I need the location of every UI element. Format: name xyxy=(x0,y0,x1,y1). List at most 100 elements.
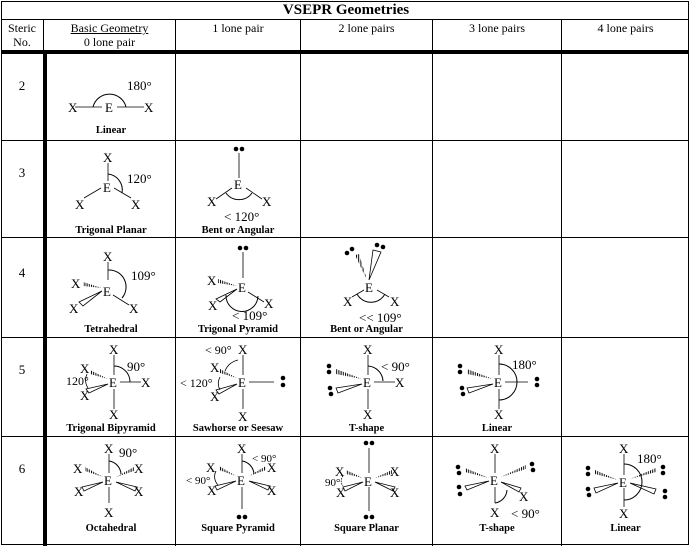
ligand-x: X xyxy=(262,194,272,209)
ligand-x: X xyxy=(208,298,218,313)
central-atom-e: E xyxy=(238,280,246,295)
ligand-x: X xyxy=(490,441,500,456)
ligand-x: X xyxy=(363,407,373,422)
geometry-cell-t-shape-6: X E X X < 90° T-shape xyxy=(433,437,561,546)
geometry-name: Linear xyxy=(610,523,641,534)
geometry-name: Trigonal Bipyramid xyxy=(66,423,156,434)
bond-angle-label: < 120° xyxy=(180,376,213,390)
header-2-lone-pairs: 2 lone pairs xyxy=(338,21,395,35)
bond-angle-label: < 109° xyxy=(232,308,267,323)
geometry-cell-linear: X E X 180° Linear xyxy=(47,54,175,140)
ligand-x: X xyxy=(619,506,629,521)
header-steric: Steric No. xyxy=(1,19,43,50)
geometry-name: T-shape xyxy=(348,423,385,434)
table-title: VSEPR Geometries xyxy=(282,2,410,18)
ligand-x: X xyxy=(210,389,220,404)
seesaw-diagram: X X E X X < 90° < 120° xyxy=(180,342,286,424)
geometry-cell-trigonal-pyramid: X E X X < 109° Trigonal Pyramid xyxy=(176,238,300,337)
ligand-x: X xyxy=(141,375,151,390)
ligand-x: X xyxy=(494,342,504,357)
ligand-x: X xyxy=(109,407,119,422)
ligand-x: X xyxy=(619,441,629,456)
ligand-x: X xyxy=(74,484,84,499)
ligand-x: X xyxy=(390,485,400,500)
central-atom-e: E xyxy=(363,375,371,390)
bond-angle-label: 90° xyxy=(325,477,340,489)
geometry-cell-square-planar: X X E X X 90° Square Planar xyxy=(301,437,432,546)
steric-number: 3 xyxy=(18,165,26,180)
bent-diagram: E X X < 120° xyxy=(207,146,272,224)
geometry-name: T-shape xyxy=(479,523,515,534)
t-shape-diagram: X E X X < 90° xyxy=(326,342,410,422)
geometry-cell-linear-6: X E X 180° Linear xyxy=(562,437,689,546)
steric-number: 4 xyxy=(18,265,26,280)
geometry-cell-tetrahedral: X X E X X 109° Tetrahedral xyxy=(47,238,175,337)
ligand-x: X xyxy=(390,294,400,309)
bond-angle-label: 180° xyxy=(127,78,152,93)
bond-angle-label: < 90° xyxy=(381,359,410,374)
ligand-x: X xyxy=(104,505,114,520)
central-atom-e: E xyxy=(103,284,111,299)
bond-angle-label: 180° xyxy=(637,451,662,466)
geometry-cell-trigonal-bipyramid: X X E X X X 90° 120° Trigonal Bipyramid xyxy=(47,338,175,436)
ligand-x: X xyxy=(80,388,90,403)
steric-number: 2 xyxy=(18,78,26,93)
header-basic-line2: 0 lone pair xyxy=(83,35,136,49)
header-steric-line2: No. xyxy=(13,35,31,49)
geometry-cell-square-pyramid: X X X E X X < 90° < 90° Square Pyramid xyxy=(176,437,300,546)
ligand-x: X xyxy=(103,150,113,165)
trigonal-pyramid-diagram: X E X X < 109° xyxy=(207,245,274,323)
geometry-cell-seesaw: X X E X X < 90° < 120° Sawhorse or Seesa… xyxy=(176,338,300,436)
central-atom-e: E xyxy=(619,475,627,490)
ligand-x: X xyxy=(390,464,400,479)
geometry-name: Trigonal Pyramid xyxy=(197,324,278,335)
central-atom-e: E xyxy=(237,473,245,488)
ligand-x: X xyxy=(210,360,220,375)
geometry-cell-t-shape-5: X E X X < 90° T-shape xyxy=(301,338,432,436)
ligand-x: X xyxy=(343,294,353,309)
ligand-x: X xyxy=(494,407,504,422)
ligand-x: X xyxy=(238,342,248,357)
steric-number: 6 xyxy=(18,461,26,476)
geometry-cell-octahedral: X X X E X X X 90° Octahedral xyxy=(47,437,175,546)
header-basic-geometry: Basic Geometry 0 lone pair xyxy=(44,19,175,50)
geometry-cell-bent-2lp: E X X << 109° Bent or Angular xyxy=(301,238,432,337)
ligand-x: X xyxy=(206,460,216,475)
geometry-name: Octahedral xyxy=(85,523,137,534)
geometry-name: Linear xyxy=(95,125,127,136)
geometry-name: Square Pyramid xyxy=(201,523,275,534)
ligand-x: X xyxy=(134,484,144,499)
bond-angle-label: < 90° xyxy=(205,343,232,357)
bond-angle-label: < 90° xyxy=(252,453,276,465)
central-atom-e: E xyxy=(109,375,117,390)
ligand-x: X xyxy=(68,100,78,115)
ligand-x: X xyxy=(267,483,277,498)
central-atom-e: E xyxy=(103,180,111,195)
linear-3lp-diagram: X E X 180° xyxy=(457,342,540,422)
ligand-x: X xyxy=(207,273,217,288)
ligand-x: X xyxy=(395,375,405,390)
ligand-x: X xyxy=(131,197,141,212)
bent-2lp-diagram: E X X << 109° xyxy=(343,242,402,325)
bond-angle-label: < 90° xyxy=(511,506,540,521)
header-1-lone-pair: 1 lone pair xyxy=(212,21,264,35)
central-atom-e: E xyxy=(494,375,502,390)
geometry-cell-trigonal-planar: X E X X 120° Trigonal Planar xyxy=(47,141,175,237)
geometry-cell-bent-1lp: E X X < 120° Bent or Angular xyxy=(176,141,300,237)
ligand-x: X xyxy=(207,194,217,209)
bond-angle-label: 120° xyxy=(127,171,152,186)
ligand-x: X xyxy=(104,441,114,456)
header-steric-line1: Steric xyxy=(8,21,36,35)
bond-angle-label: 120° xyxy=(66,374,89,388)
geometry-name: Tetrahedral xyxy=(84,324,138,335)
header-3-lone-pairs: 3 lone pairs xyxy=(469,21,525,35)
trigonal-planar-diagram: X E X X 120° xyxy=(75,150,152,212)
ligand-x: X xyxy=(73,461,83,476)
bond-angle-label: 90° xyxy=(127,359,145,374)
ligand-x: X xyxy=(238,409,248,424)
ligand-x: X xyxy=(144,100,154,115)
ligand-x: X xyxy=(134,461,144,476)
geometry-name: Bent or Angular xyxy=(330,324,403,335)
geometry-name: Sawhorse or Seesaw xyxy=(192,423,284,434)
bond-angle-label: << 109° xyxy=(359,310,402,325)
